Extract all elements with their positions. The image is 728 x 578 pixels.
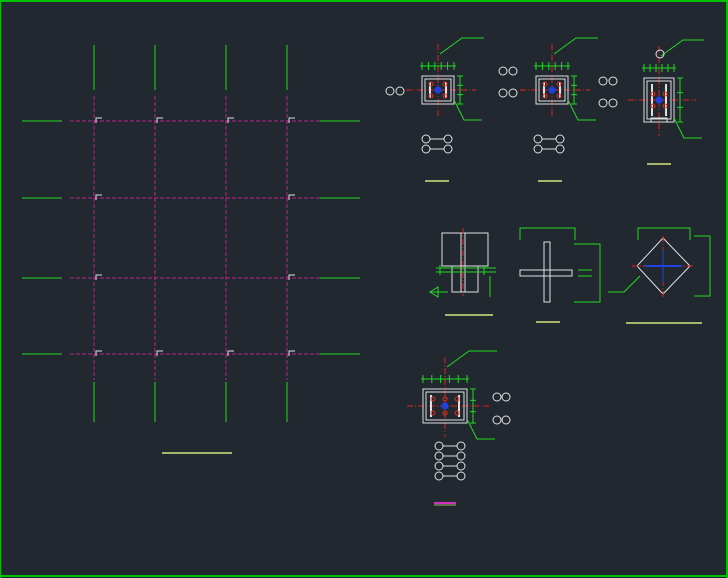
leader-line [446, 350, 497, 368]
detail-bubble [498, 66, 508, 76]
detail-bubble [608, 98, 618, 108]
leader-line [660, 39, 704, 57]
anchor-center [655, 96, 663, 104]
column-elevation-detail [428, 228, 496, 316]
detail-bubble [533, 144, 543, 154]
detail-bubble [492, 415, 502, 425]
dimension-line [694, 235, 711, 297]
base-plate-detail-4 [407, 350, 511, 506]
base-plate-detail-3 [598, 39, 704, 165]
base-plate-detail-2 [498, 37, 598, 182]
detail-bubble [555, 134, 565, 144]
detail-bubble [456, 441, 466, 451]
leader-line [466, 418, 495, 440]
leader-line [553, 37, 598, 55]
detail-bubble [421, 144, 431, 154]
structural-grid-plan [22, 45, 360, 454]
detail-bubble [492, 392, 502, 402]
detail-bubble [434, 451, 444, 461]
anchor-center [434, 86, 442, 94]
weld-symbol [428, 286, 448, 298]
detail-bubble [533, 134, 543, 144]
dimension-line [519, 227, 576, 240]
detail-bubble [508, 66, 518, 76]
detail-bubble [508, 88, 518, 98]
leader-line [453, 99, 482, 121]
detail-bubble [434, 461, 444, 471]
detail-bubble [434, 441, 444, 451]
detail-bubble [501, 415, 511, 425]
detail-bubble [608, 76, 618, 86]
detail-bubble [598, 98, 608, 108]
leader-line [673, 117, 702, 139]
cad-drawing-canvas[interactable] [0, 0, 728, 578]
detail-bubble [498, 88, 508, 98]
base-plate-detail-1 [385, 37, 484, 182]
cross-flange-vertical [543, 241, 551, 303]
diamond-section-detail [608, 227, 711, 324]
detail-bubble [434, 471, 444, 481]
detail-bubble [395, 86, 405, 96]
detail-bubble [456, 471, 466, 481]
cross-section-detail [519, 227, 601, 323]
detail-bubble [456, 451, 466, 461]
dimension-line [637, 227, 691, 240]
detail-bubble [385, 86, 395, 96]
detail-bubble [501, 392, 511, 402]
detail-bubble [655, 49, 665, 59]
dimension-line [574, 243, 601, 303]
leader-line [608, 275, 641, 293]
detail-bubble [443, 134, 453, 144]
detail-bubble [456, 461, 466, 471]
detail-bubble [443, 144, 453, 154]
anchor-center [548, 86, 556, 94]
detail-bubble [598, 76, 608, 86]
leader-line [567, 99, 596, 121]
cross-flange-horizontal [519, 269, 573, 277]
anchor-center [441, 402, 449, 410]
leader-line [439, 37, 484, 55]
detail-bubble [421, 134, 431, 144]
detail-bubble [555, 144, 565, 154]
